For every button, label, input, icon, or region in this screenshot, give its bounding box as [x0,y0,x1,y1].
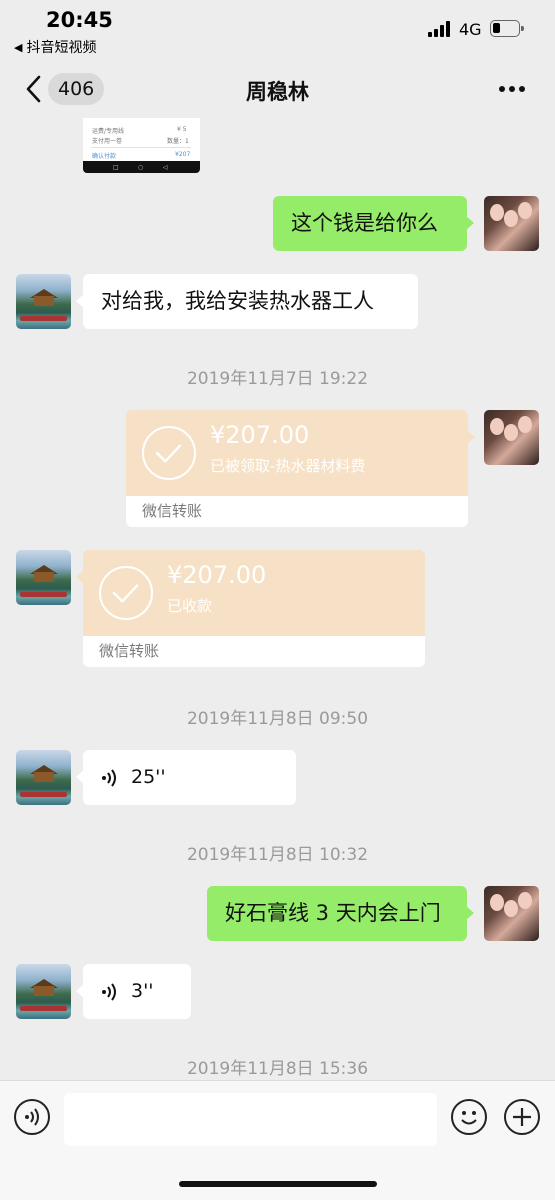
message-input[interactable] [64,1093,437,1146]
avatar[interactable] [16,750,71,805]
plus-icon[interactable] [504,1099,540,1135]
voice-wave-icon [102,768,116,787]
thumbnail-line: 运费/专用线 [92,128,125,135]
message-bubble[interactable]: 这个钱是给你么 [273,196,474,251]
home-indicator[interactable] [179,1181,377,1187]
voice-icon[interactable] [14,1099,50,1135]
status-bar: 20:45 ◀ 抖音短视频 4G [0,0,555,60]
network-type: 4G [459,20,482,39]
chat-messages[interactable]: 运费/专用线 ¥ 5 支付用一卷 数量：1 确认付款 ¥207 □ ○ ◁ 这个钱是… [0,118,555,1080]
check-circle-icon [99,566,153,620]
voice-duration: 3'' [131,980,154,1002]
timestamp: 2019年11月8日 10:32 [186,845,369,865]
message-bubble[interactable]: 好石膏线 3 天内会上门 [207,886,474,941]
message-row: ¥207.00 已收款 微信转账 [0,550,555,668]
chat-header: 406 周稳林 [0,60,555,118]
status-back-label: 抖音短视频 [26,40,97,56]
transfer-amount: ¥207.00 [210,421,310,449]
timestamp: 2019年11月7日 19:22 [186,369,369,389]
voice-wave-icon [102,982,116,1001]
emoji-icon[interactable] [451,1099,487,1135]
chevron-left-icon[interactable] [24,74,44,104]
voice-message-bubble[interactable]: 3'' [76,964,191,1019]
transfer-amount: ¥207.00 [167,561,267,589]
battery-icon [490,20,524,37]
timestamp: 2019年11月8日 15:36 [186,1059,369,1079]
avatar[interactable] [16,274,71,329]
transfer-card[interactable]: ¥207.00 已被领取-热水器材料费 微信转账 [126,410,475,527]
message-row: 3'' [0,964,555,1020]
thumbnail-footer: 确认付款 [92,153,117,160]
timestamp: 2019年11月8日 09:50 [186,709,369,729]
message-row: 25'' [0,750,555,806]
avatar[interactable] [484,410,539,465]
avatar[interactable] [484,196,539,251]
message-row: 对给我，我给安装热水器工人 [0,274,555,330]
thumbnail-price: ¥ 5 [177,126,187,133]
message-row: ¥207.00 已被领取-热水器材料费 微信转账 [0,410,555,528]
avatar[interactable] [16,550,71,605]
transfer-label: 微信转账 [126,496,468,527]
voice-message-bubble[interactable]: 25'' [76,750,296,805]
transfer-label: 微信转账 [83,636,425,667]
thumbnail-line: 支付用一卷 [92,138,123,145]
message-row: 好石膏线 3 天内会上门 [0,886,555,942]
transfer-note: 已被领取-热水器材料费 [210,457,366,475]
avatar[interactable] [484,886,539,941]
status-back-app[interactable]: ◀ 抖音短视频 [14,37,96,57]
unread-count-badge[interactable]: 406 [48,73,105,105]
avatar[interactable] [16,964,71,1019]
more-icon[interactable] [496,86,528,94]
message-row: 这个钱是给你么 [0,196,555,252]
check-circle-icon [142,426,196,480]
status-time: 20:45 [46,8,113,32]
message-bubble[interactable]: 对给我，我给安装热水器工人 [76,274,418,329]
transfer-note: 已收款 [167,597,213,615]
signal-icon [428,21,452,37]
back-triangle-icon: ◀ [14,40,23,54]
thumbnail-footer: ¥207 [175,151,191,158]
image-message-thumbnail[interactable]: 运费/专用线 ¥ 5 支付用一卷 数量：1 确认付款 ¥207 □ ○ ◁ [83,118,200,173]
thumbnail-qty: 数量：1 [167,138,189,145]
voice-duration: 25'' [131,766,166,788]
transfer-card[interactable]: ¥207.00 已收款 微信转账 [76,550,425,667]
